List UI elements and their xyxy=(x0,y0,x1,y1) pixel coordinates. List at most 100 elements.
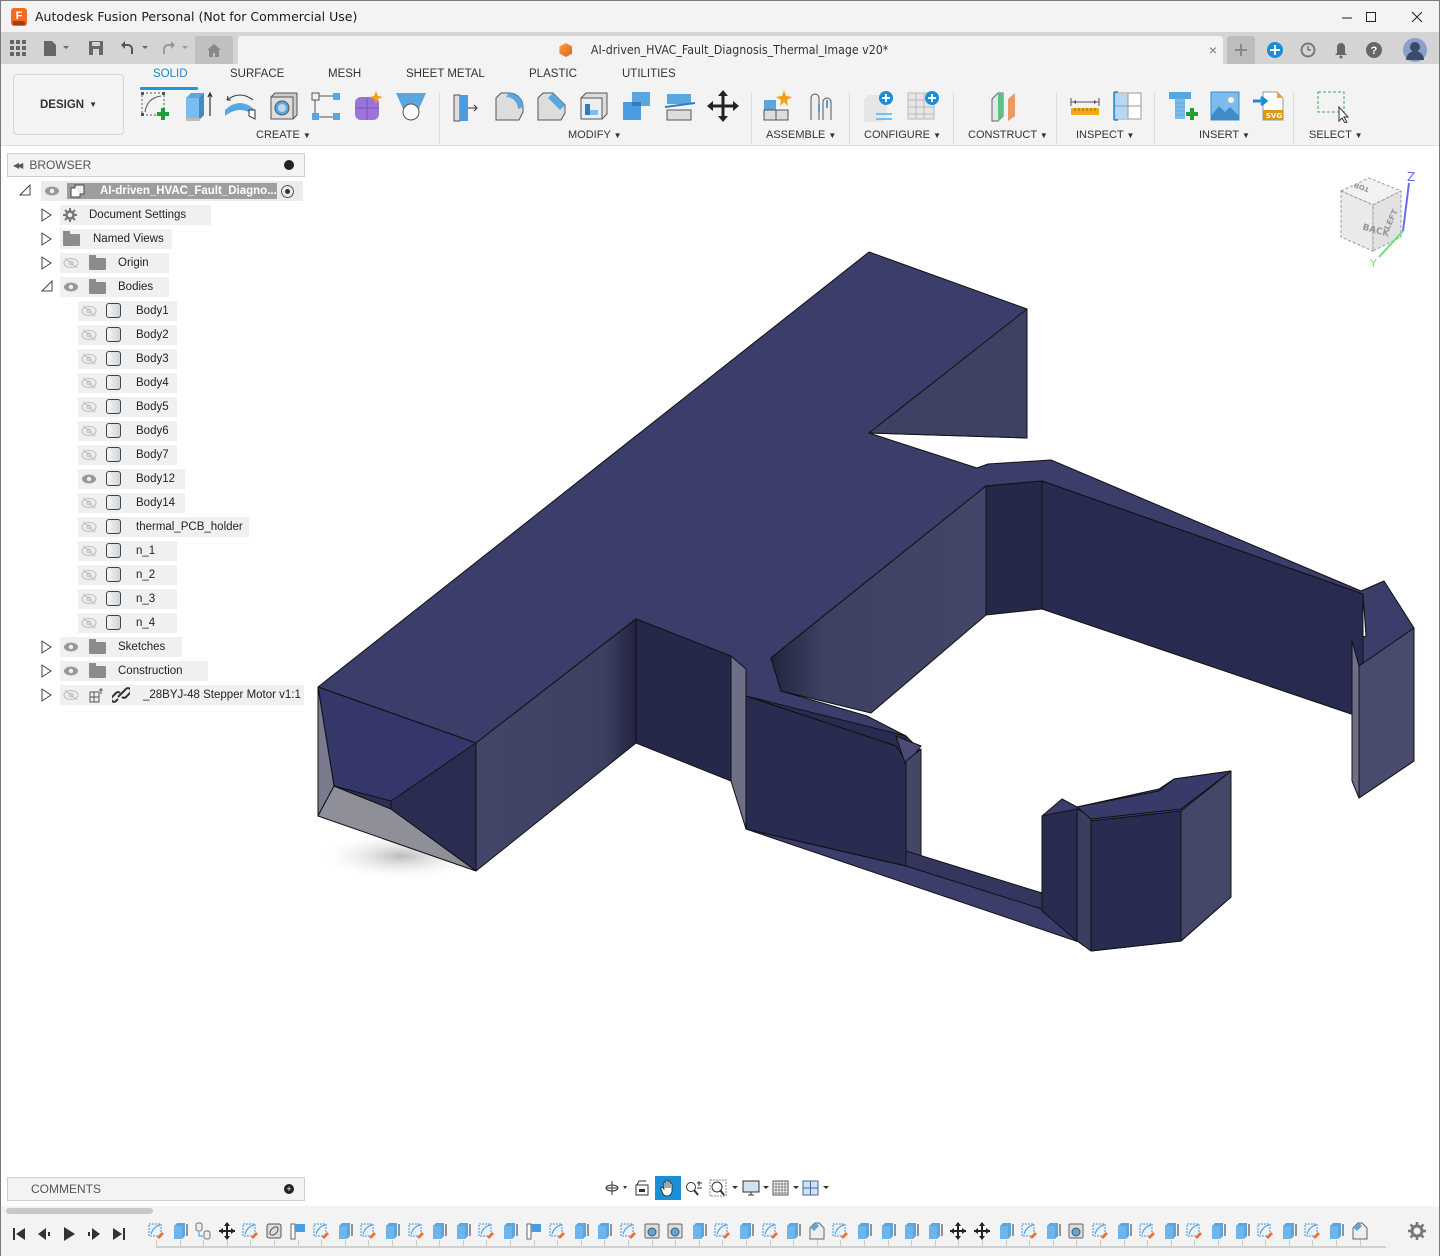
form-button[interactable] xyxy=(351,89,385,123)
timeline-feature-extrude[interactable] xyxy=(337,1222,353,1240)
timeline-feature-extrude[interactable] xyxy=(903,1222,919,1240)
timeline-feature-chamfer[interactable] xyxy=(809,1222,825,1240)
timeline-feature-sketch[interactable] xyxy=(1021,1222,1037,1240)
tab-surface[interactable]: SURFACE xyxy=(230,68,284,80)
timeline-feature-sketch[interactable] xyxy=(1304,1222,1320,1240)
expand-caret-icon[interactable] xyxy=(41,640,52,654)
timeline-feature-sketch[interactable] xyxy=(714,1222,730,1240)
visibility-eye-icon[interactable] xyxy=(63,689,79,701)
visibility-eye-icon[interactable] xyxy=(44,185,60,197)
visibility-eye-icon[interactable] xyxy=(81,425,97,437)
visibility-eye-icon[interactable] xyxy=(81,593,97,605)
pan-button[interactable] xyxy=(655,1176,681,1200)
new-tab-button[interactable] xyxy=(1227,36,1255,64)
hole-button[interactable] xyxy=(267,89,301,123)
user-avatar-button[interactable] xyxy=(1401,36,1429,64)
maximize-button[interactable] xyxy=(1348,1,1394,32)
redo-button[interactable] xyxy=(159,38,191,58)
timeline-feature-extrude[interactable] xyxy=(785,1222,801,1240)
timeline-feature-plane[interactable] xyxy=(526,1222,542,1240)
viewports-button[interactable] xyxy=(801,1176,831,1200)
visibility-eye-icon[interactable] xyxy=(81,521,97,533)
combine-button[interactable] xyxy=(620,89,654,123)
timeline-feature-sketch[interactable] xyxy=(620,1222,636,1240)
visibility-eye-icon[interactable] xyxy=(81,449,97,461)
visibility-eye-icon[interactable] xyxy=(81,569,97,581)
job-status-button[interactable] xyxy=(1296,36,1320,64)
split-body-button[interactable] xyxy=(663,89,697,123)
expand-caret-icon[interactable] xyxy=(41,688,52,702)
insert-mcmaster-button[interactable] xyxy=(1166,89,1200,123)
configure-menu[interactable]: CONFIGURE ▼ xyxy=(864,129,941,141)
tab-plastic[interactable]: PLASTIC xyxy=(529,68,577,80)
offset-plane-button[interactable] xyxy=(989,89,1023,123)
fillet-button[interactable] xyxy=(492,89,526,123)
loft-button[interactable] xyxy=(394,89,428,123)
workspace-switcher[interactable]: DESIGN ▼ xyxy=(13,74,124,135)
visibility-eye-icon[interactable] xyxy=(63,641,79,653)
timeline-feature-hole[interactable] xyxy=(667,1222,683,1240)
timeline-feature-extrude[interactable] xyxy=(455,1222,471,1240)
insert-canvas-button[interactable] xyxy=(1208,89,1242,123)
home-tab[interactable] xyxy=(195,36,233,64)
timeline-feature-extrude[interactable] xyxy=(1210,1222,1226,1240)
configure-table-button[interactable] xyxy=(906,89,940,123)
grid-snaps-button[interactable] xyxy=(771,1176,801,1200)
move-copy-button[interactable] xyxy=(706,89,740,123)
file-menu-button[interactable] xyxy=(41,38,71,58)
help-button[interactable]: ? xyxy=(1362,36,1386,64)
timeline-feature-extrude[interactable] xyxy=(927,1222,943,1240)
expand-caret-icon[interactable] xyxy=(41,208,52,222)
undo-button[interactable] xyxy=(119,38,151,58)
step-forward-button[interactable] xyxy=(84,1226,104,1242)
timeline-feature-move[interactable] xyxy=(950,1222,966,1240)
construct-menu[interactable]: CONSTRUCT ▼ xyxy=(968,129,1048,141)
revolve-button[interactable] xyxy=(223,89,257,123)
timeline-feature-sketch[interactable] xyxy=(832,1222,848,1240)
shell-button[interactable] xyxy=(577,89,611,123)
timeline-feature-sketch[interactable] xyxy=(549,1222,565,1240)
collapse-caret-icon[interactable] xyxy=(18,183,31,198)
collapse-caret-icon[interactable] xyxy=(40,279,53,294)
timeline-feature-extrude[interactable] xyxy=(1116,1222,1132,1240)
timeline-feature-extrude[interactable] xyxy=(384,1222,400,1240)
timeline-feature-sketch[interactable] xyxy=(148,1222,164,1240)
timeline-feature-extrude[interactable] xyxy=(998,1222,1014,1240)
add-comment-icon[interactable]: + xyxy=(284,1184,294,1194)
tab-utilities[interactable]: UTILITIES xyxy=(622,68,676,80)
timeline-feature-extrude[interactable] xyxy=(1328,1222,1344,1240)
visibility-eye-icon[interactable] xyxy=(81,377,97,389)
new-component-button[interactable] xyxy=(761,89,795,123)
visibility-eye-icon[interactable] xyxy=(81,305,97,317)
visibility-eye-icon[interactable] xyxy=(63,665,79,677)
visibility-eye-icon[interactable] xyxy=(81,497,97,509)
3d-canvas[interactable]: BACK LEFT TOP Z Y xyxy=(306,147,1439,1205)
measure-button[interactable] xyxy=(1068,89,1102,123)
inspect-menu[interactable]: INSPECT ▼ xyxy=(1076,129,1134,141)
collapse-panel-icon[interactable]: ◀◀ xyxy=(13,161,23,170)
visibility-eye-icon[interactable] xyxy=(63,281,79,293)
panel-scrollbar[interactable] xyxy=(6,1208,153,1214)
timeline-feature-move[interactable] xyxy=(974,1222,990,1240)
timeline-feature-plane[interactable] xyxy=(290,1222,306,1240)
close-tab-button[interactable]: × xyxy=(1209,42,1217,58)
timeline-feature-extrude[interactable] xyxy=(502,1222,518,1240)
timeline-feature-extrude[interactable] xyxy=(172,1222,188,1240)
timeline-feature-sketch[interactable] xyxy=(408,1222,424,1240)
timeline-feature-hole[interactable] xyxy=(644,1222,660,1240)
visibility-eye-icon[interactable] xyxy=(63,257,79,269)
model-body[interactable] xyxy=(316,251,1415,952)
timeline-feature-extrude[interactable] xyxy=(596,1222,612,1240)
timeline-feature-sketch[interactable] xyxy=(1139,1222,1155,1240)
timeline-feature-sketch[interactable] xyxy=(478,1222,494,1240)
step-back-button[interactable] xyxy=(34,1226,54,1242)
zoom-button[interactable] xyxy=(681,1176,707,1200)
assemble-menu[interactable]: ASSEMBLE ▼ xyxy=(766,129,836,141)
timeline-feature-sketch[interactable] xyxy=(242,1222,258,1240)
timeline-feature-sketch[interactable] xyxy=(1257,1222,1273,1240)
timeline-feature-extrude[interactable] xyxy=(856,1222,872,1240)
close-window-button[interactable] xyxy=(1394,1,1440,32)
timeline-settings-button[interactable] xyxy=(1408,1222,1426,1246)
visibility-eye-icon[interactable] xyxy=(81,401,97,413)
timeline-feature-extrude[interactable] xyxy=(1281,1222,1297,1240)
